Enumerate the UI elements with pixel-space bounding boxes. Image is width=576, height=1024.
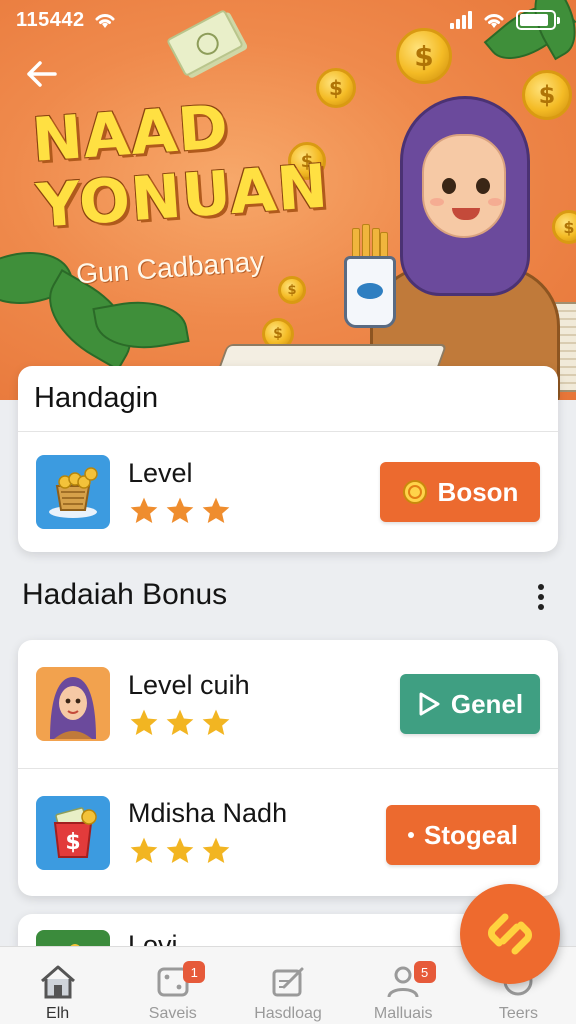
- svg-text:$: $: [65, 830, 80, 855]
- avatar-thumbnail: [36, 667, 110, 741]
- boson-button-label: Boson: [437, 476, 519, 507]
- star-icon: [202, 709, 230, 735]
- wifi-icon: [95, 14, 115, 28]
- star-icon: [130, 497, 158, 523]
- list-item: $ Mdisha Nadh Stogeal: [18, 768, 558, 896]
- notification-badge: 1: [183, 961, 206, 983]
- basket-thumbnail: [36, 455, 110, 529]
- back-button[interactable]: [22, 54, 62, 94]
- nav-label: Elh: [46, 1005, 70, 1022]
- star-icon: [166, 709, 194, 735]
- hero-title: NAAD YONUAN: [29, 92, 331, 242]
- nav-item-saveis[interactable]: 1 Saveis: [115, 947, 230, 1024]
- star-icon: [166, 497, 194, 523]
- edit-icon: [272, 967, 304, 997]
- nav-label: Malluais: [373, 1005, 433, 1022]
- hero-banner: 115442 $ $ $ $ $ $ $ NAAD YONUAN Gun Cad…: [0, 0, 576, 400]
- star-icon: [202, 837, 230, 863]
- bonus-card: Level cuih Genel $ Mdisha Nadh Stogeal: [18, 640, 558, 896]
- arrow-left-icon: [27, 61, 57, 87]
- genel-button-label: Genel: [450, 688, 524, 719]
- section-title: Hadaiah Bonus: [22, 578, 228, 611]
- level-card: Handagin Level Boson: [18, 366, 558, 552]
- hero-subtitle: Gun Cadbanay: [75, 245, 266, 290]
- more-menu-button[interactable]: [530, 584, 552, 610]
- battery-icon: [516, 10, 560, 30]
- star-icon: [130, 837, 158, 863]
- hijab-girl-illustration: [212, 96, 576, 400]
- nav-label: Hasdloag: [254, 1005, 322, 1022]
- level-card-header: Handagin: [18, 366, 558, 432]
- link-fab-button[interactable]: [460, 884, 560, 984]
- status-bar: 115442: [0, 0, 576, 40]
- home-icon: [40, 965, 75, 999]
- stogeal-button-label: Stogeal: [424, 819, 518, 850]
- star-icon: [202, 497, 230, 523]
- notification-badge: 5: [413, 961, 436, 983]
- stogeal-button[interactable]: Stogeal: [386, 805, 540, 865]
- dot-icon: [408, 832, 415, 838]
- star-icon: [130, 709, 158, 735]
- coin-icon: [402, 480, 427, 504]
- nav-label: Teers: [498, 1005, 538, 1022]
- money-bag-thumbnail: $: [36, 795, 110, 870]
- nav-label: Saveis: [148, 1005, 197, 1022]
- list-item: Level cuih Genel: [18, 640, 558, 768]
- star-icon: [166, 837, 194, 863]
- coin-icon: $: [278, 276, 306, 304]
- status-time: 115442: [16, 8, 85, 31]
- nav-item-hasdloag[interactable]: Hasdloag: [230, 947, 345, 1024]
- play-icon: [419, 692, 440, 716]
- hijab-avatar-icon: [50, 677, 96, 739]
- list-item: Level Boson: [18, 432, 558, 552]
- boson-button[interactable]: Boson: [380, 462, 540, 522]
- nav-item-home[interactable]: Elh: [0, 947, 115, 1024]
- link-icon: [488, 913, 532, 955]
- nav-item-malluais[interactable]: 5 Malluais: [346, 947, 461, 1024]
- genel-button[interactable]: Genel: [400, 674, 540, 734]
- signal-icon: [450, 11, 472, 29]
- mug-icon: [344, 256, 396, 328]
- wifi-icon-right: [484, 14, 504, 28]
- basket-icon: [49, 467, 98, 518]
- money-bag-icon: $: [53, 806, 97, 858]
